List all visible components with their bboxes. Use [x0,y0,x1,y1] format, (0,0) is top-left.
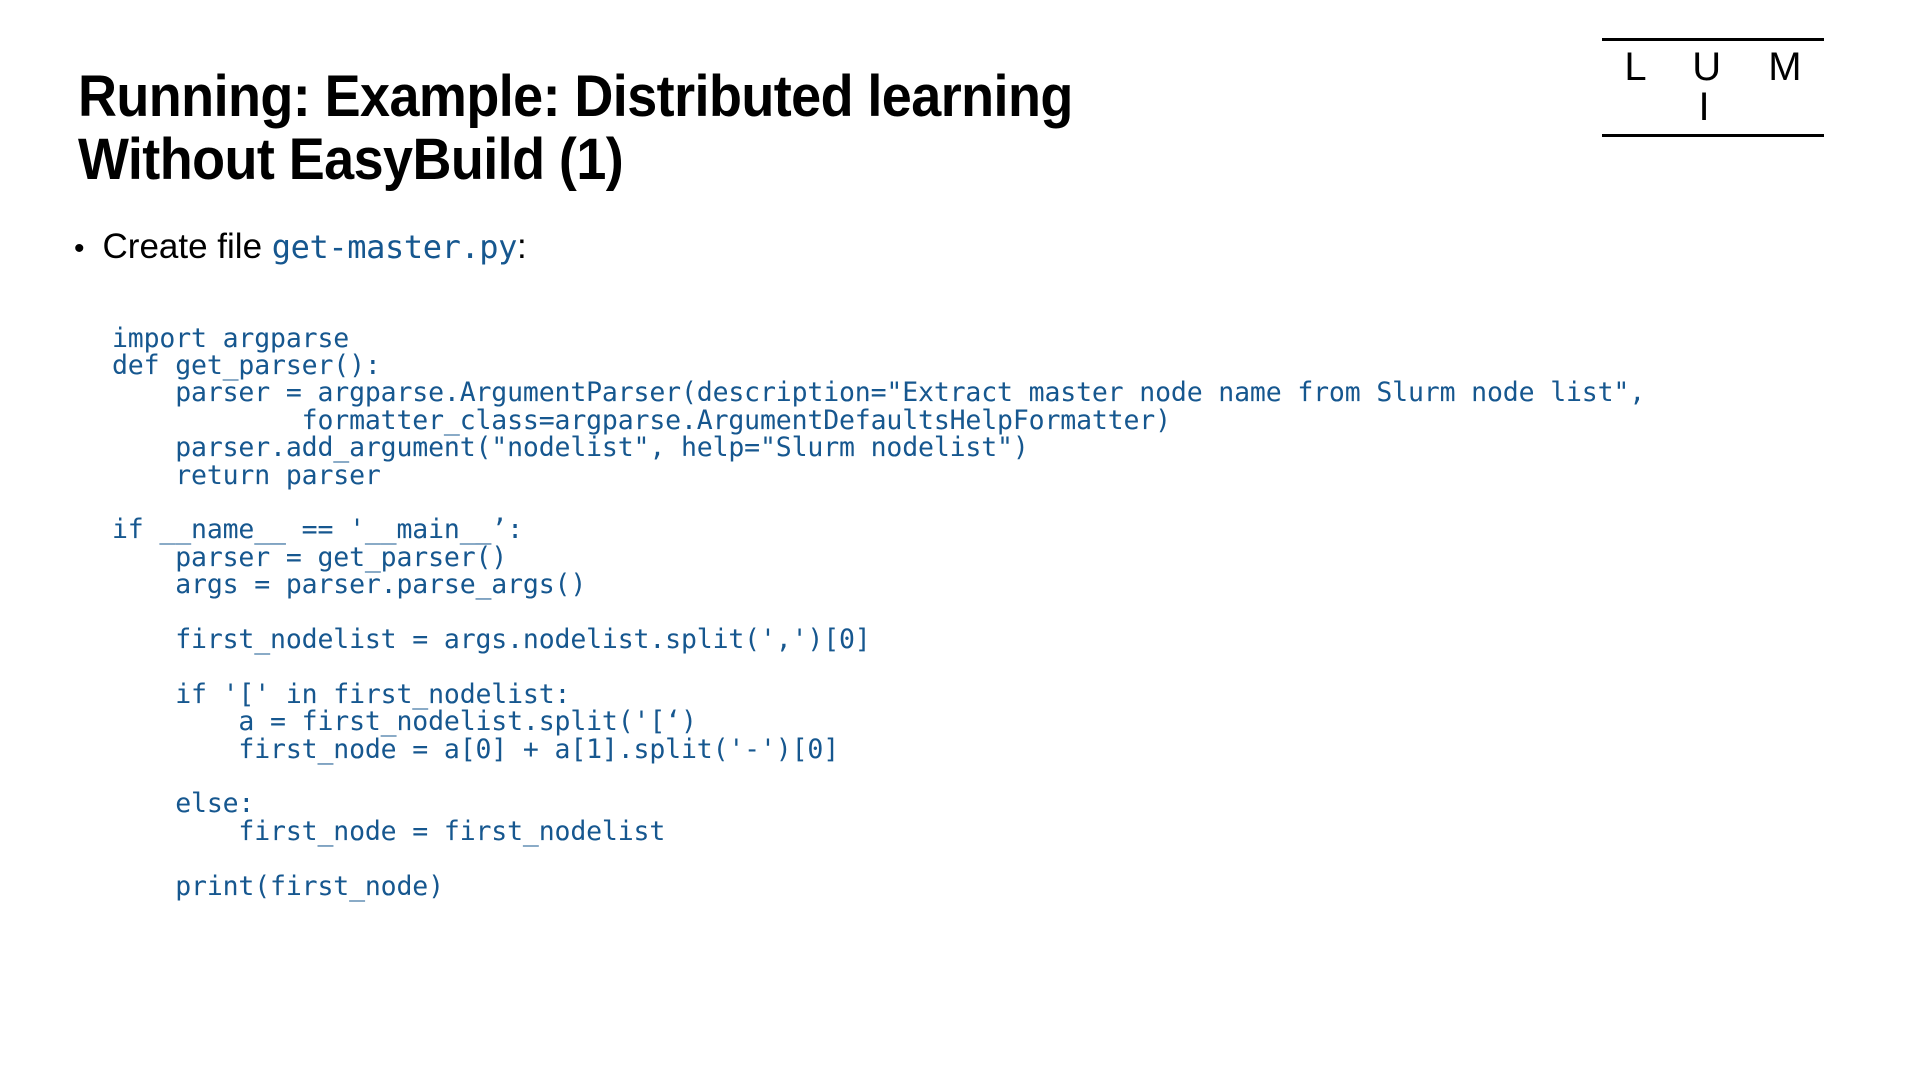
page-title: Running: Example: Distributed learning W… [78,63,1073,193]
code-block-get-master-py: import argparse def get_parser(): parser… [112,322,1646,902]
bullet-item-label: Create file get-master.py: [102,227,527,267]
slide-canvas: Running: Example: Distributed learning W… [0,0,1920,1080]
bullet-marker-icon: • [74,232,85,265]
bullet-text-after: : [517,227,527,266]
filename-code: get-master.py [271,228,518,266]
lumi-logo: L U M I [1602,38,1824,137]
lumi-logo-text: L U M I [1624,45,1820,129]
bullet-item-create-file: • Create file get-master.py: [74,227,527,267]
bullet-text-before: Create file [102,227,263,266]
